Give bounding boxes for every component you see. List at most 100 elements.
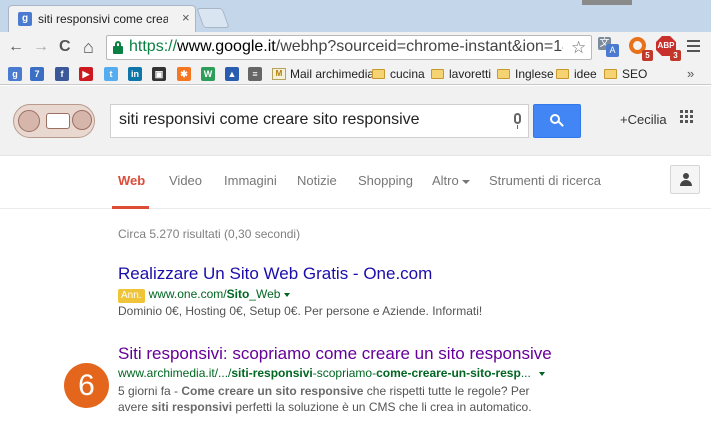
tab-immagini[interactable]: Immagini	[224, 173, 277, 188]
ad-badge: Ann.	[118, 289, 145, 303]
folder-icon	[556, 69, 569, 79]
microphone-icon[interactable]	[513, 113, 522, 129]
folder-icon	[372, 69, 385, 79]
url-part: ...	[520, 366, 531, 380]
search-icon	[550, 114, 564, 128]
url-path: /webhp?sourceid=chrome-instant&ion=1&esp…	[275, 38, 563, 55]
tab-strumenti-di-ricerca[interactable]: Strumenti di ricerca	[489, 173, 601, 188]
tab-notizie[interactable]: Notizie	[297, 173, 337, 188]
bookmark-folder-seo[interactable]: SEO	[604, 66, 647, 82]
translate-extension-icon[interactable]: 文 A	[598, 36, 620, 58]
url-part: -scopriamo-	[312, 366, 377, 380]
google-header: siti responsivi come creare sito respons…	[0, 86, 711, 156]
lock-icon	[113, 41, 123, 54]
twitter-bookmark-icon[interactable]: t	[104, 67, 118, 81]
url-text[interactable]: https://www.google.it/webhp?sourceid=chr…	[129, 38, 563, 56]
search-button[interactable]	[533, 104, 581, 138]
url-scheme: https://	[129, 38, 178, 55]
result-url-archimedia[interactable]: www.archimedia.it/.../siti-responsivi-sc…	[118, 366, 545, 380]
orange-extension-icon[interactable]: 5	[628, 36, 653, 61]
bookmark-label: Mail archimedia	[290, 67, 375, 81]
abp-badge: 3	[670, 50, 681, 61]
tab-altro-label: Altro	[432, 173, 459, 188]
url-bold: siti-responsivi	[231, 366, 313, 380]
result-title-archimedia[interactable]: Siti responsivi: scopriamo come creare u…	[118, 344, 552, 364]
forward-arrow-icon[interactable]: →	[33, 37, 49, 57]
result-snippet-ad: Dominio 0€, Hosting 0€, Setup 0€. Per pe…	[118, 304, 483, 318]
folder-icon	[497, 69, 510, 79]
url-dropdown-icon[interactable]	[284, 292, 291, 297]
bookmark-star-icon[interactable]: ☆	[571, 38, 586, 58]
bookmark-folder-idee[interactable]: idee	[556, 66, 597, 82]
bookmark-label: SEO	[622, 67, 648, 81]
account-settings-button[interactable]	[670, 165, 700, 194]
triangle-bookmark-icon[interactable]: ▲	[225, 67, 239, 81]
url-bold: come-creare-un-sito-resp	[376, 366, 521, 380]
tab-altro[interactable]: Altro	[432, 173, 470, 188]
bookmark-folder-inglese[interactable]: Inglese	[497, 66, 554, 82]
back-arrow-icon[interactable]: ←	[8, 37, 24, 57]
apps-grid-icon[interactable]	[680, 110, 694, 124]
browser-window: g siti responsivi come creare sito respo…	[0, 0, 711, 434]
window-control-strip	[582, 0, 632, 5]
search-input[interactable]: siti responsivi come creare sito respons…	[110, 104, 529, 138]
youtube-bookmark-icon[interactable]: ▶	[79, 67, 93, 81]
snippet-bold: Come creare un sito responsive	[181, 384, 364, 398]
mail-icon: M	[272, 68, 286, 80]
result-url-ad[interactable]: Ann. www.one.com/Sito_Web	[118, 287, 291, 303]
step-number-badge: 6	[64, 363, 109, 408]
bookmark-folder-lavoretti[interactable]: lavoretti	[431, 66, 491, 82]
translate-glyph-b: A	[606, 44, 619, 57]
result-snippet-archimedia: 5 giorni fa - Come creare un sito respon…	[118, 383, 558, 415]
url-part: _Web	[249, 287, 281, 301]
snippet-text: perfetti la soluzione è un CMS che li cr…	[232, 400, 532, 414]
google-bookmark-icon[interactable]: g	[8, 67, 22, 81]
search-tabs: Web Video Immagini Notizie Shopping Altr…	[0, 157, 711, 209]
browser-toolbar: ← → C ⌂ https://www.google.it/webhp?sour…	[0, 32, 711, 63]
tab-video[interactable]: Video	[169, 173, 202, 188]
chrome-menu-icon[interactable]	[687, 40, 700, 53]
linkedin-bookmark-icon[interactable]: in	[128, 67, 142, 81]
url-bold: Sito	[226, 287, 250, 301]
hubspot-bookmark-icon[interactable]: ✱	[177, 67, 191, 81]
calendar-bookmark-icon[interactable]: 7	[30, 67, 44, 81]
w-bookmark-icon[interactable]: W	[201, 67, 215, 81]
snippet-date: 5 giorni fa -	[118, 384, 182, 398]
tab-title: siti responsivi come creare sito respons…	[38, 12, 168, 26]
bookmark-label: idee	[574, 67, 597, 81]
tab-strip: g siti responsivi come creare sito respo…	[0, 0, 711, 32]
person-icon	[680, 173, 692, 187]
close-tab-icon[interactable]: ×	[182, 10, 190, 25]
user-profile-link[interactable]: +Cecilia	[620, 112, 667, 127]
url-part: www.one.com/	[148, 287, 227, 301]
bookmark-label: cucina	[390, 67, 425, 81]
bookmarks-bar: g 7 f ▶ t in ▣ ✱ W ▲ ≡ M Mail archimedia cucina la…	[0, 63, 711, 85]
bookmark-folder-cucina[interactable]: cucina	[372, 66, 425, 82]
browser-tab[interactable]: g siti responsivi come creare sito respo…	[8, 5, 196, 32]
reload-icon[interactable]: C	[59, 37, 71, 57]
orange-extension-badge: 5	[642, 50, 653, 61]
home-icon[interactable]: ⌂	[83, 37, 94, 57]
folder-icon	[431, 69, 444, 79]
url-dropdown-icon[interactable]	[538, 371, 545, 376]
snippet-bold: siti responsivi	[151, 400, 233, 414]
google-favicon-icon: g	[18, 12, 32, 26]
tv-bookmark-icon[interactable]: ▣	[152, 67, 166, 81]
adblock-plus-icon[interactable]: ABP 3	[656, 36, 681, 61]
more-bookmarks-chevron-icon[interactable]: »	[687, 66, 694, 81]
facebook-bookmark-icon[interactable]: f	[55, 67, 69, 81]
folder-icon	[604, 69, 617, 79]
doc-bookmark-icon[interactable]: ≡	[248, 67, 262, 81]
bookmark-label: Inglese	[515, 67, 554, 81]
url-domain: www.google.it	[177, 38, 276, 55]
bookmark-mail-archimedia[interactable]: M Mail archimedia	[272, 66, 374, 82]
dropdown-caret-icon	[461, 179, 470, 184]
tab-shopping[interactable]: Shopping	[358, 173, 413, 188]
address-bar[interactable]: https://www.google.it/webhp?sourceid=chr…	[106, 35, 592, 60]
result-title-ad[interactable]: Realizzare Un Sito Web Gratis - One.com	[118, 264, 432, 284]
bookmark-label: lavoretti	[449, 67, 492, 81]
result-stats: Circa 5.270 risultati (0,30 secondi)	[118, 227, 301, 241]
google-doodle-logo[interactable]	[13, 104, 95, 138]
new-tab-button[interactable]	[196, 8, 230, 28]
tab-web[interactable]: Web	[118, 173, 145, 188]
